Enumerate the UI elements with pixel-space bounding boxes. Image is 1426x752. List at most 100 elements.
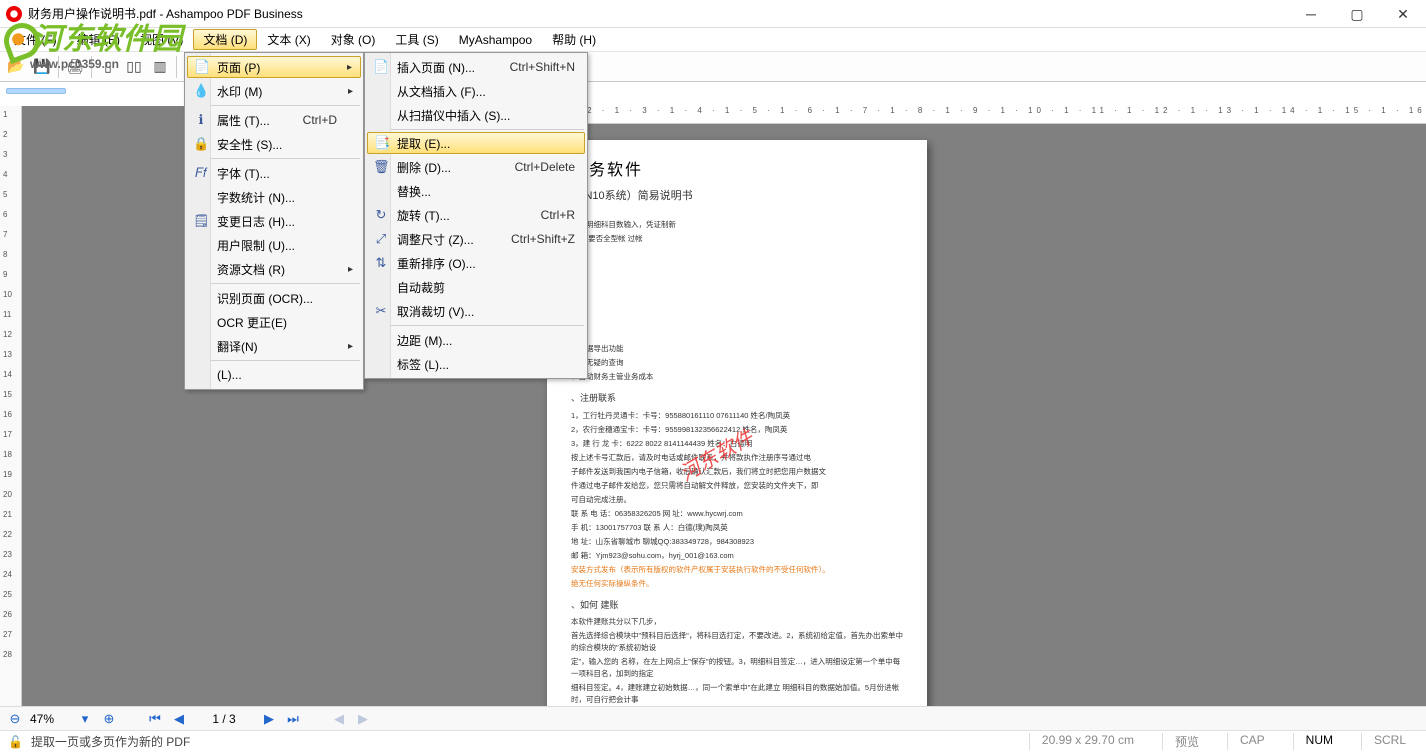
page-menu-item-13[interactable]: 边距 (M)... [367,328,585,352]
print-button[interactable]: 🖨 [63,55,87,79]
menu-myashampoo[interactable]: MyAshampoo [449,31,542,49]
doc-menu-item-9[interactable]: 用户限制 (U)... [187,233,361,257]
titlebar: 财务用户操作说明书.pdf - Ashampoo PDF Business ─ … [0,0,1426,28]
page-menu-item-0[interactable]: 📄插入页面 (N)...Ctrl+Shift+N [367,55,585,79]
submenu-arrow-icon: ▸ [347,62,352,73]
doc-menu-item-0[interactable]: 📄页面 (P)▸ [187,56,361,78]
last-page-button[interactable]: ⏭ [284,710,302,728]
minimize-button[interactable]: ─ [1288,0,1334,28]
page-menu-item-7[interactable]: ↻旋转 (T)...Ctrl+R [367,203,585,227]
page-menu-label-7: 旋转 (T)... [397,207,450,224]
page-menu-item-10[interactable]: 自动裁剪 [367,275,585,299]
maximize-button[interactable]: ▢ [1334,0,1380,28]
doc-menu-label-0: 页面 (P) [217,59,260,76]
scrl-indicator: SCRL [1361,733,1418,750]
doc-menu-item-8[interactable]: 🗒变更日志 (H)... [187,209,361,233]
page-menu-item-9[interactable]: ⇅ 重新排序 (O)... [367,251,585,275]
doc-menu-item-6[interactable]: 𝐹𝑓字体 (T)... [187,161,361,185]
page-menu-label-10: 自动裁剪 [397,279,445,296]
doc-menu-icon-14 [193,338,209,354]
zoom-out-button[interactable]: ⊖ [6,710,24,728]
zoom-dropdown[interactable]: ▾ [76,710,94,728]
zoom-value[interactable]: 47% [30,712,70,726]
page-menu-item-5[interactable]: 🗑删除 (D)...Ctrl+Delete [367,155,585,179]
howto-heading: 、如何 建账 [571,598,903,612]
doc-subtitle: WIN10系统）简易说明书 [571,188,903,206]
page-menu-label-11: 取消裁切 (V)... [397,303,474,320]
navbar: ⊖ 47% ▾ ⊕ ⏮ ◀ 1 / 3 ▶ ⏭ ◀ ▶ [0,706,1426,730]
doc-menu-label-3: 属性 (T)... [217,112,270,129]
page-submenu: 📄插入页面 (N)...Ctrl+Shift+N 从文档插入 (F)... 从扫描仪… [364,52,588,379]
doc-menu-icon-13 [193,314,209,330]
doc-menu-label-14: 翻译(N) [217,338,258,355]
doc-menu-item-14[interactable]: 翻译(N)▸ [187,334,361,358]
doc-menu-icon-9 [193,237,209,253]
statusbar: 🔓 提取一页或多页作为新的 PDF 20.99 x 29.70 cm 预览 CA… [0,730,1426,752]
close-button[interactable]: ✕ [1380,0,1426,28]
menu-document[interactable]: 文档 (D) [193,29,257,50]
page-button[interactable]: ▯ [96,55,120,79]
prev-page-button[interactable]: ◀ [170,710,188,728]
doc-menu-label-1: 水印 (M) [217,83,262,100]
next-page-button[interactable]: ▶ [260,710,278,728]
menu-help[interactable]: 帮助 (H) [542,29,606,50]
doc-menu-item-16[interactable]: (L)... [187,363,361,387]
panels-button[interactable]: ▥ [148,55,172,79]
page-menu-label-9: 重新排序 (O)... [397,255,476,272]
page-indicator[interactable]: 1 / 3 [194,712,254,726]
doc-menu-item-4[interactable]: 🔒安全性 (S)... [187,132,361,156]
doc-menu-item-1[interactable]: 💧水印 (M)▸ [187,79,361,103]
submenu-arrow-icon: ▸ [348,264,353,275]
document-menu: 📄页面 (P)▸💧水印 (M)▸ℹ属性 (T)...Ctrl+D🔒安全性 (S)… [184,52,364,390]
page-menu-item-8[interactable]: ⤢调整尺寸 (Z)...Ctrl+Shift+Z [367,227,585,251]
page-dimensions: 20.99 x 29.70 cm [1029,733,1146,750]
page-menu-item-6[interactable]: 替换... [367,179,585,203]
menu-tools[interactable]: 工具 (S) [385,29,448,50]
highlight-tool[interactable] [6,88,66,94]
menu-edit[interactable]: 编辑 (E) [67,29,130,50]
page-menu-label-13: 边距 (M)... [397,332,452,349]
page-menu-label-6: 替换... [397,183,431,200]
doc-menu-icon-10 [193,261,209,277]
doc-menu-label-4: 安全性 (S)... [217,136,282,153]
page-menu-icon-2 [373,107,389,123]
menu-view[interactable]: 视图 (V) [130,29,193,50]
doc-menu-item-12[interactable]: 识别页面 (OCR)... [187,286,361,310]
num-indicator: NUM [1293,733,1345,750]
page-menu-icon-9: ⇅ [373,255,389,271]
two-page-button[interactable]: ▯▯ [122,55,146,79]
page-menu-label-1: 从文档插入 (F)... [397,83,486,100]
history-fwd-button[interactable]: ▶ [354,710,372,728]
doc-menu-icon-3: ℹ [193,112,209,128]
doc-menu-item-3[interactable]: ℹ属性 (T)...Ctrl+D [187,108,361,132]
doc-menu-icon-6: 𝐹𝑓 [193,165,209,181]
window-title: 财务用户操作说明书.pdf - Ashampoo PDF Business [28,5,303,22]
history-back-button[interactable]: ◀ [330,710,348,728]
menu-text[interactable]: 文本 (X) [257,29,320,50]
doc-title: 财务软件 [571,158,903,184]
page-menu-label-2: 从扫描仪中插入 (S)... [397,107,510,124]
save-button[interactable]: 💾 [30,55,54,79]
open-button[interactable]: 📂 [4,55,28,79]
first-page-button[interactable]: ⏮ [146,710,164,728]
doc-menu-item-10[interactable]: 资源文档 (R) ▸ [187,257,361,281]
page-menu-item-1[interactable]: 从文档插入 (F)... [367,79,585,103]
page-menu-icon-11: ✂ [373,303,389,319]
doc-menu-item-7[interactable]: 字数统计 (N)... [187,185,361,209]
page-menu-item-11[interactable]: ✂ 取消裁切 (V)... [367,299,585,323]
zoom-in-button[interactable]: ⊕ [100,710,118,728]
doc-menu-label-16: (L)... [217,368,242,382]
page-menu-item-14[interactable]: 标签 (L)... [367,352,585,376]
doc-menu-label-10: 资源文档 (R) [217,261,285,278]
page-menu-item-4[interactable]: 📑提取 (E)... [367,132,585,154]
page-menu-item-2[interactable]: 从扫描仪中插入 (S)... [367,103,585,127]
page-menu-label-8: 调整尺寸 (Z)... [397,231,474,248]
pdf-page[interactable]: 财务软件 WIN10系统）简易说明书 加，明细科目数输入，凭证制新 有了 要否全… [547,140,927,706]
doc-menu-item-13[interactable]: OCR 更正(E) [187,310,361,334]
page-menu-icon-0: 📄 [373,59,389,75]
menu-object[interactable]: 对象 (O) [321,29,386,50]
page-menu-label-5: 删除 (D)... [397,159,451,176]
page-menu-icon-7: ↻ [373,207,389,223]
menu-file[interactable]: 文件 (F) [4,29,67,50]
doc-menu-icon-1: 💧 [193,83,209,99]
